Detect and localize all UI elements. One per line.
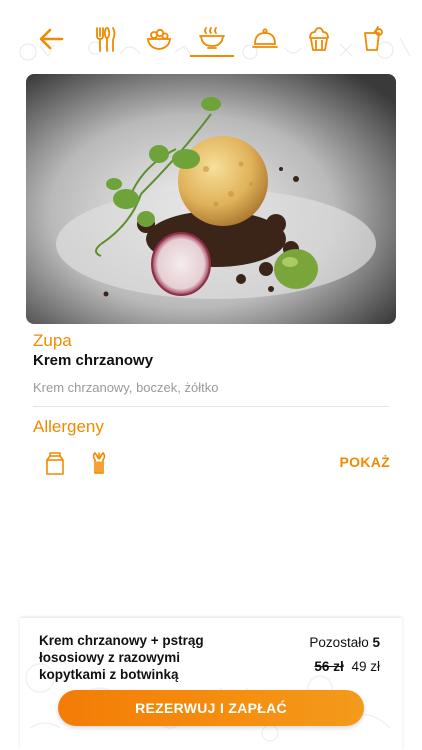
dish-photo	[26, 74, 396, 324]
dish-category: Zupa	[33, 331, 72, 350]
nav-item-salads[interactable]	[142, 22, 176, 56]
new-price: 49 zł	[351, 659, 380, 674]
top-navigation	[0, 0, 422, 66]
nav-item-desserts[interactable]	[302, 22, 336, 56]
divider	[33, 406, 389, 407]
cutlery-icon	[96, 27, 116, 52]
salad-bowl-icon	[146, 28, 172, 50]
nav-item-drinks[interactable]	[356, 22, 390, 56]
back-button[interactable]	[34, 22, 68, 56]
allergen-milk	[42, 450, 68, 476]
remaining-count: Pozostało 5	[309, 635, 380, 650]
reserve-and-pay-button[interactable]: REZERWUJ I ZAPŁAĆ	[58, 690, 364, 726]
dish-name: Krem chrzanowy	[33, 352, 154, 369]
price-block: 56 zł 49 zł	[314, 659, 380, 674]
arrow-left-icon	[39, 28, 64, 50]
celery-icon	[92, 451, 106, 474]
allergen-celery	[86, 450, 112, 476]
milk-carton-icon	[46, 452, 64, 475]
nav-item-dishes[interactable]	[248, 22, 282, 56]
show-allergens-button[interactable]: POKAŻ	[326, 454, 390, 470]
active-tab-indicator	[190, 55, 234, 57]
offer-name: Krem chrzanowy + pstrąg łososiowy z razo…	[39, 633, 204, 682]
remaining-label: Pozostało	[309, 635, 369, 650]
allergens-title: Allergeny	[33, 417, 104, 436]
nav-item-mains[interactable]	[88, 22, 122, 56]
remaining-number: 5	[372, 635, 380, 650]
cupcake-icon	[309, 27, 329, 51]
dish-description: Krem chrzanowy, boczek, żółtko	[33, 380, 219, 395]
drink-icon	[364, 26, 383, 51]
cloche-icon	[252, 28, 278, 48]
old-price: 56 zł	[314, 659, 344, 674]
soup-bowl-icon	[199, 27, 225, 49]
nav-item-soups[interactable]	[195, 22, 229, 56]
offer-panel: Krem chrzanowy + pstrąg łososiowy z razo…	[20, 618, 402, 750]
